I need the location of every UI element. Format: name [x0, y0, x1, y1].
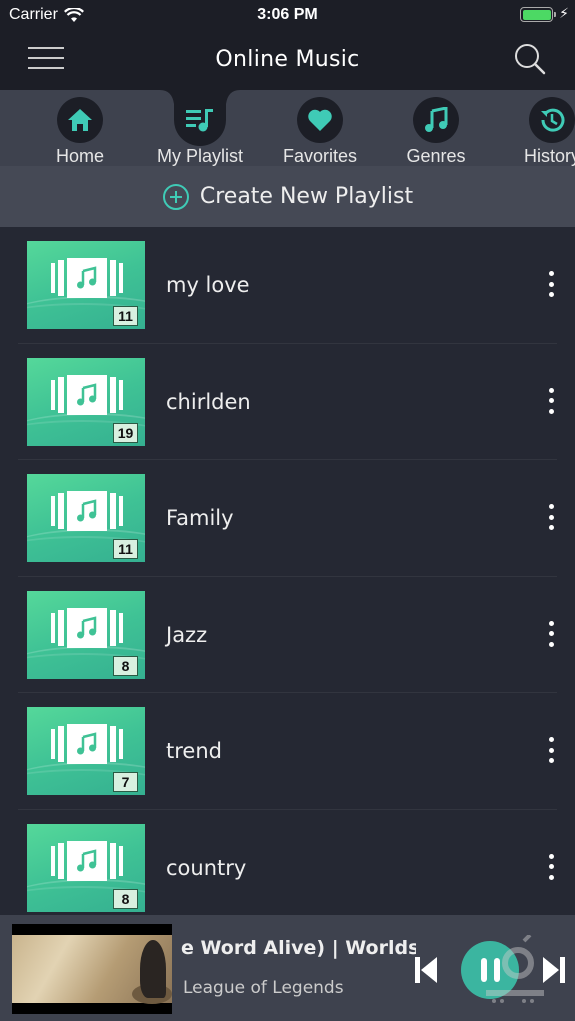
create-playlist-button[interactable]: Create New Playlist [0, 166, 575, 227]
track-count-badge: 11 [113, 539, 138, 559]
track-count-badge: 7 [113, 772, 138, 792]
tab-label: My Playlist [156, 146, 243, 166]
music-note-icon [67, 491, 107, 531]
home-icon [57, 97, 103, 143]
playlist-name: Jazz [166, 622, 208, 647]
tab-favorites[interactable]: Favorites [270, 90, 370, 166]
music-note-icon [67, 724, 107, 764]
track-count-badge: 11 [113, 306, 138, 326]
watermark-logo [486, 935, 544, 1003]
music-note-icon [67, 374, 107, 415]
track-count-badge: 19 [113, 422, 138, 443]
create-playlist-label: Create New Playlist [199, 184, 414, 209]
clock: 3:06 PM [257, 6, 318, 23]
playlist-row[interactable]: 11 Family [0, 460, 575, 577]
music-note-icon [67, 607, 107, 648]
playlist-row[interactable]: 8 Jazz [0, 577, 575, 693]
nav-bar: Online Music [0, 30, 575, 90]
charging-icon: ⚡ [559, 5, 569, 21]
playlist-thumbnail: 8 [27, 590, 145, 679]
playlist-thumbnail: 8 [27, 823, 145, 912]
tab-label: Home [55, 146, 104, 166]
playlist-name: my love [166, 273, 250, 297]
tab-label: Genres [406, 146, 466, 166]
plus-circle-icon [162, 183, 189, 210]
tab-my-playlist[interactable]: My Playlist [150, 90, 250, 166]
tab-history[interactable]: History [502, 90, 575, 166]
now-playing-artwork [12, 924, 172, 1014]
more-options-icon[interactable] [541, 617, 561, 651]
music-note-icon [67, 840, 107, 881]
playlist-row[interactable]: 19 chirlden [0, 344, 575, 460]
playlist-row[interactable]: 11 my love [0, 227, 575, 344]
history-icon [529, 97, 575, 143]
track-count-badge: 8 [113, 888, 138, 909]
tab-bar: Home My Playlist Favorites Genres Histor… [0, 90, 575, 166]
playlist-thumbnail: 11 [27, 474, 145, 562]
playlist-name: Family [166, 506, 234, 530]
tab-label: Favorites [282, 146, 358, 166]
playlist-name: trend [166, 739, 222, 763]
playlist-row[interactable]: 8 country [0, 810, 575, 916]
playlist-thumbnail: 7 [27, 707, 145, 795]
now-playing-title: e Word Alive) | Worlds 20 [181, 937, 416, 959]
now-playing-artist: League of Legends [183, 978, 344, 998]
more-options-icon[interactable] [541, 267, 561, 301]
playlist-name: country [166, 855, 247, 880]
page-title: Online Music [215, 47, 360, 72]
music-note-icon [413, 97, 459, 143]
more-options-icon[interactable] [541, 500, 561, 534]
status-bar: Carrier 3:06 PM ⚡ [0, 0, 575, 30]
more-options-icon[interactable] [541, 733, 561, 767]
playlist-thumbnail: 19 [27, 357, 145, 446]
playlist-name: chirlden [166, 389, 251, 414]
playlist-thumbnail: 11 [27, 241, 145, 329]
battery-icon [520, 7, 556, 22]
tab-genres[interactable]: Genres [386, 90, 486, 166]
more-options-icon[interactable] [541, 850, 561, 884]
tab-label: History [523, 146, 575, 166]
search-icon[interactable] [513, 42, 547, 76]
tab-home[interactable]: Home [30, 90, 130, 166]
playlist-icon [177, 97, 223, 143]
previous-track-icon[interactable] [413, 955, 439, 985]
mini-player[interactable]: e Word Alive) | Worlds 20 League of Lege… [0, 915, 575, 1021]
music-note-icon [67, 258, 107, 298]
more-options-icon[interactable] [541, 384, 561, 418]
track-count-badge: 8 [113, 655, 138, 676]
playlist-row[interactable]: 7 trend [0, 693, 575, 810]
heart-icon [297, 97, 343, 143]
playlist-list: 11 my love 19 chirlden 11 Family 8 Jazz … [0, 227, 575, 915]
